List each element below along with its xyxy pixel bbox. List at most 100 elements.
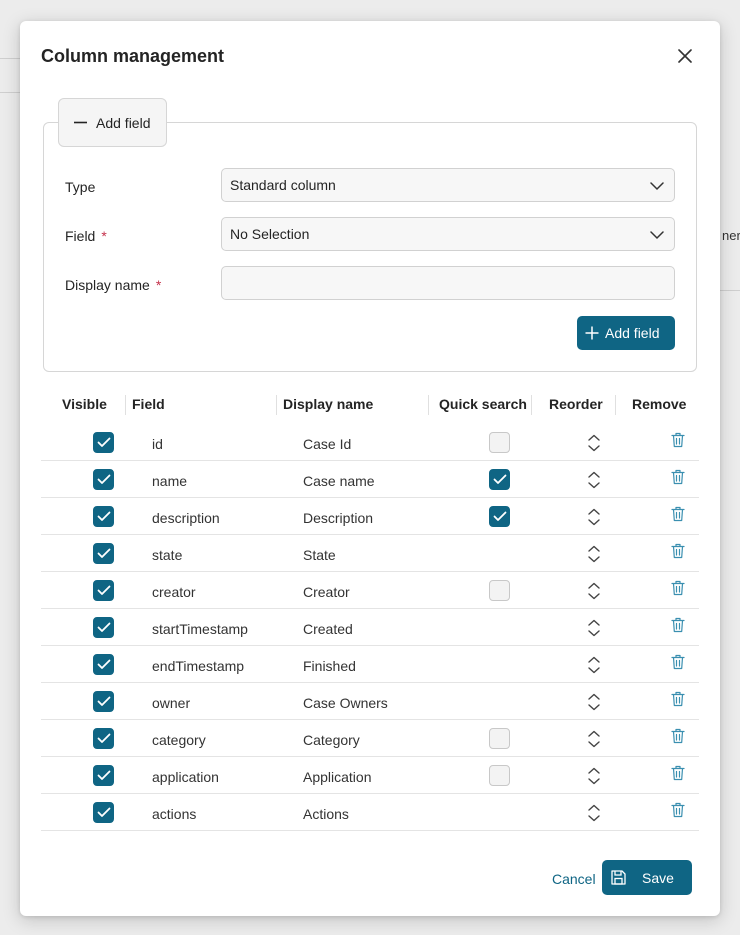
check-icon: [97, 437, 110, 447]
sort-arrows-icon[interactable]: [587, 693, 601, 711]
field-cell: name: [152, 473, 188, 489]
type-select[interactable]: Standard column: [221, 168, 675, 202]
trash-icon[interactable]: [671, 802, 685, 818]
display-name-cell: Finished: [303, 658, 356, 674]
table-row: endTimestamp Finished: [41, 646, 699, 683]
trash-icon[interactable]: [671, 469, 685, 485]
field-label: Field *: [65, 228, 107, 244]
display-name-cell: Actions: [303, 806, 349, 822]
quick-search-checkbox[interactable]: [489, 506, 510, 527]
trash-icon[interactable]: [671, 432, 685, 448]
quick-search-checkbox[interactable]: [489, 432, 510, 453]
sort-arrows-icon[interactable]: [587, 730, 601, 748]
floppy-disk-icon: [611, 870, 626, 885]
display-name-label: Display name *: [65, 277, 162, 293]
check-icon: [97, 807, 110, 817]
visible-checkbox[interactable]: [93, 802, 114, 823]
trash-icon[interactable]: [671, 728, 685, 744]
sort-arrows-icon[interactable]: [587, 619, 601, 637]
visible-checkbox[interactable]: [93, 691, 114, 712]
table-row: category Category: [41, 720, 699, 757]
check-icon: [97, 585, 110, 595]
sort-arrows-icon[interactable]: [587, 804, 601, 822]
field-cell: id: [152, 436, 163, 452]
table-row: startTimestamp Created: [41, 609, 699, 646]
visible-checkbox[interactable]: [93, 580, 114, 601]
field-cell: description: [152, 510, 220, 526]
plus-icon: [585, 326, 599, 340]
visible-checkbox[interactable]: [93, 728, 114, 749]
sort-arrows-icon[interactable]: [587, 508, 601, 526]
type-select-value: Standard column: [230, 177, 336, 193]
display-name-cell: Description: [303, 510, 374, 526]
save-button[interactable]: Save: [602, 860, 692, 895]
visible-checkbox[interactable]: [93, 506, 114, 527]
close-button[interactable]: [674, 45, 696, 67]
header-remove: Remove: [632, 396, 687, 412]
sort-arrows-icon[interactable]: [587, 656, 601, 674]
display-name-input[interactable]: [221, 266, 675, 300]
save-button-label: Save: [642, 869, 674, 886]
header-quick-search: Quick search: [439, 396, 527, 412]
trash-icon[interactable]: [671, 691, 685, 707]
dialog-title: Column management: [41, 46, 225, 66]
chevron-down-icon: [650, 182, 664, 191]
sort-arrows-icon[interactable]: [587, 582, 601, 600]
type-label: Type: [65, 179, 96, 195]
sort-arrows-icon[interactable]: [587, 767, 601, 785]
quick-search-checkbox[interactable]: [489, 580, 510, 601]
header-divider: [125, 395, 126, 415]
visible-checkbox[interactable]: [93, 654, 114, 675]
columns-table-body: id Case Id name Case name description Descrip…: [41, 424, 699, 831]
quick-search-checkbox[interactable]: [489, 728, 510, 749]
close-icon: [678, 49, 692, 63]
sort-arrows-icon[interactable]: [587, 434, 601, 452]
minus-icon: [74, 121, 87, 124]
display-name-cell: Application: [303, 769, 372, 785]
check-icon: [97, 659, 110, 669]
field-cell: application: [152, 769, 219, 785]
table-row: creator Creator: [41, 572, 699, 609]
field-cell: actions: [152, 806, 197, 822]
background-divider: [0, 58, 22, 59]
field-cell: creator: [152, 584, 196, 600]
check-icon: [97, 548, 110, 558]
cancel-button[interactable]: Cancel: [552, 871, 596, 887]
trash-icon[interactable]: [671, 617, 685, 633]
quick-search-checkbox[interactable]: [489, 765, 510, 786]
display-name-cell: Creator: [303, 584, 350, 600]
check-icon: [97, 622, 110, 632]
add-field-button[interactable]: Add field: [577, 316, 675, 350]
header-visible: Visible: [62, 396, 107, 412]
header-divider: [428, 395, 429, 415]
trash-icon[interactable]: [671, 765, 685, 781]
trash-icon[interactable]: [671, 580, 685, 596]
add-field-toggle[interactable]: Add field: [58, 98, 167, 147]
display-name-cell: Created: [303, 621, 353, 637]
trash-icon[interactable]: [671, 506, 685, 522]
trash-icon[interactable]: [671, 543, 685, 559]
header-display-name: Display name: [283, 396, 374, 412]
quick-search-checkbox[interactable]: [489, 469, 510, 490]
table-row: application Application: [41, 757, 699, 794]
field-select[interactable]: No Selection: [221, 217, 675, 251]
sort-arrows-icon[interactable]: [587, 545, 601, 563]
visible-checkbox[interactable]: [93, 765, 114, 786]
add-field-button-label: Add field: [605, 325, 660, 341]
check-icon: [97, 696, 110, 706]
sort-arrows-icon[interactable]: [587, 471, 601, 489]
add-field-toggle-label: Add field: [96, 114, 151, 131]
visible-checkbox[interactable]: [93, 469, 114, 490]
visible-checkbox[interactable]: [93, 543, 114, 564]
required-marker: *: [155, 277, 162, 293]
header-divider: [276, 395, 277, 415]
field-select-value: No Selection: [230, 226, 310, 242]
field-cell: owner: [152, 695, 191, 711]
visible-checkbox[interactable]: [93, 432, 114, 453]
trash-icon[interactable]: [671, 654, 685, 670]
display-name-cell: State: [303, 547, 336, 563]
chevron-down-icon: [650, 231, 664, 240]
visible-checkbox[interactable]: [93, 617, 114, 638]
background-divider: [0, 92, 22, 93]
field-cell: category: [152, 732, 206, 748]
